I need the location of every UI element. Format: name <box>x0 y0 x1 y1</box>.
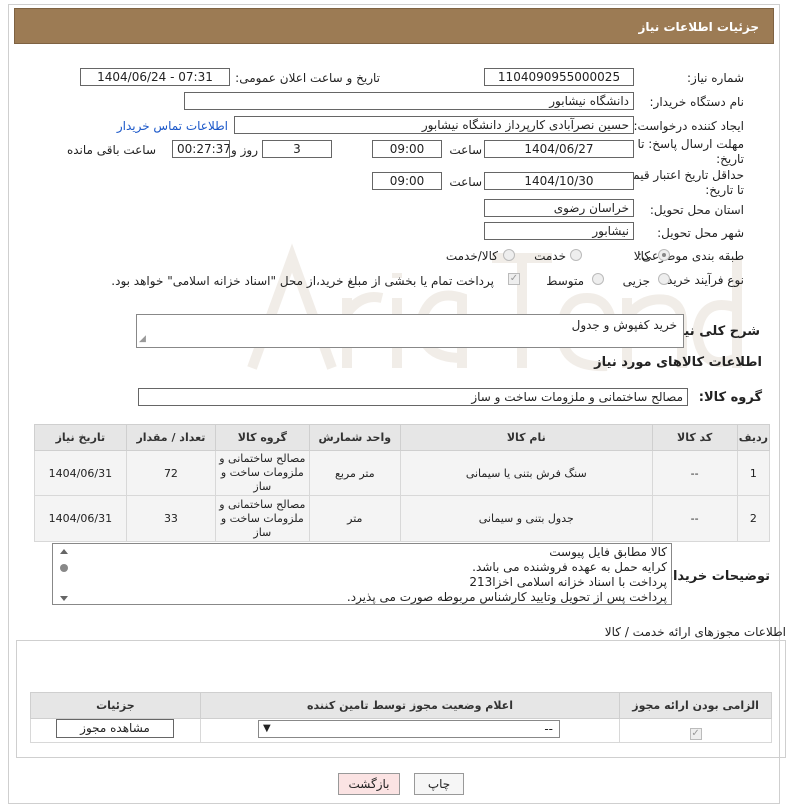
cell-quantity: 33 <box>125 495 217 542</box>
cell-code: -- <box>651 495 738 542</box>
goods-group-label: گروه کالا: <box>698 390 762 405</box>
col-name: نام کالا <box>400 424 653 451</box>
cell-name: جدول بتنی و سیمانی <box>400 495 653 542</box>
goods-section-title: اطلاعات کالاهای مورد نیاز <box>594 355 762 370</box>
buyer-org-field[interactable]: دانشگاه نیشابور <box>184 92 634 110</box>
col-group: گروه کالا <box>215 424 310 451</box>
cell-row: 1 <box>736 450 771 496</box>
price-validity-time-label: ساعت <box>449 175 482 189</box>
col-date: تاریخ نیاز <box>34 424 127 451</box>
buyer-notes-label: توضیحات خریدار: <box>660 569 770 584</box>
license-table-header: الزامی بودن ارائه مجوز اعلام وضعیت مجوز … <box>30 692 772 719</box>
cell-unit: متر <box>308 495 402 542</box>
buyer-note-line: کالا مطابق فایل پیوست <box>549 545 667 559</box>
cell-license-required: ✓ <box>619 718 772 743</box>
buyer-note-line: پرداخت با اسناد خزانه اسلامی اخزا213 <box>469 575 667 589</box>
days-remaining-field[interactable]: 3 <box>262 140 332 158</box>
col-license-details: جزئیات <box>30 692 201 719</box>
goods-table: ردیف کد کالا نام کالا واحد شمارش گروه کا… <box>34 424 771 542</box>
price-validity-date-field[interactable]: 1404/10/30 <box>484 172 634 190</box>
category-radio-goods[interactable] <box>658 249 670 261</box>
resize-grip-icon[interactable]: ◢ <box>139 331 146 347</box>
buyer-note-line: پرداخت پس از تحویل وتایید کارشناس مربوطه… <box>346 590 667 604</box>
table-row[interactable]: 1 -- سنگ فرش بتنی یا سیمانی متر مربع مصا… <box>34 450 771 496</box>
cell-date: 1404/06/31 <box>34 450 127 496</box>
description-text: خرید کفپوش و جدول <box>571 318 677 332</box>
buyer-notes-field[interactable]: کالا مطابق فایل پیوست کرایه حمل به عهده … <box>52 543 672 605</box>
buyer-org-label: نام دستگاه خریدار: <box>649 95 745 109</box>
category-option-service: خدمت <box>534 249 566 263</box>
cell-quantity: 72 <box>125 450 217 496</box>
deadline-label: مهلت ارسال پاسخ: تا تاریخ: <box>637 137 744 166</box>
announce-date-field[interactable]: 1404/06/24 - 07:31 <box>80 68 230 86</box>
process-radio-medium[interactable] <box>592 273 604 285</box>
deadline-date-field[interactable]: 1404/06/27 <box>484 140 634 158</box>
license-status-value: -- <box>544 722 553 736</box>
creator-field[interactable]: حسین نصرآبادی کارپرداز دانشگاه نیشابور <box>234 116 634 134</box>
process-option-minor: جزیی <box>622 274 650 288</box>
page-title: جزئیات اطلاعات نیاز <box>638 20 759 34</box>
buyer-contact-link[interactable]: اطلاعات تماس خریدار <box>117 119 228 133</box>
need-number-label: شماره نیاز: <box>687 71 744 85</box>
province-label: استان محل تحویل: <box>649 203 744 217</box>
process-option-medium: متوسط <box>546 274 584 288</box>
payment-note: پرداخت تمام یا بخشی از مبلغ خرید،از محل … <box>111 274 494 288</box>
scroll-thumb-icon <box>60 564 68 572</box>
cell-code: -- <box>651 450 738 496</box>
license-status-select[interactable]: ▼ -- <box>258 720 560 738</box>
view-license-button[interactable]: مشاهده مجوز <box>56 719 174 738</box>
scroll-down-icon <box>60 596 68 601</box>
chevron-down-icon: ▼ <box>263 723 271 734</box>
col-row: ردیف <box>736 424 771 451</box>
category-radio-service[interactable] <box>570 249 582 261</box>
days-label: روز و <box>231 143 258 157</box>
time-remaining-field[interactable]: 00:27:37 <box>172 140 230 158</box>
deadline-time-field[interactable]: 09:00 <box>372 140 442 158</box>
col-license-status: اعلام وضعیت مجوز توسط تامین کننده <box>199 692 621 719</box>
announce-date-label: تاریخ و ساعت اعلان عمومی: <box>235 71 380 85</box>
print-button[interactable]: چاپ <box>414 773 464 795</box>
page-header: جزئیات اطلاعات نیاز <box>14 8 774 44</box>
goods-group-field[interactable]: مصالح ساختمانی و ملزومات ساخت و ساز <box>138 388 688 406</box>
table-row[interactable]: 2 -- جدول بتنی و سیمانی متر مصالح ساختما… <box>34 495 771 542</box>
price-validity-time-field[interactable]: 09:00 <box>372 172 442 190</box>
cell-name: سنگ فرش بتنی یا سیمانی <box>400 450 653 496</box>
creator-label: ایجاد کننده درخواست: <box>633 119 744 133</box>
license-section-title: اطلاعات مجوزهای ارائه خدمت / کالا <box>604 625 786 639</box>
process-radio-minor[interactable] <box>658 273 670 285</box>
category-option-goods: کالا <box>633 249 650 263</box>
goods-table-header: ردیف کد کالا نام کالا واحد شمارش گروه کا… <box>34 424 771 451</box>
back-button[interactable]: بازگشت <box>338 773 400 795</box>
category-option-goods-service: کالا/خدمت <box>445 249 498 263</box>
process-label: نوع فرآیند خرید : <box>659 273 744 287</box>
cell-row: 2 <box>736 495 771 542</box>
treasury-payment-checkbox[interactable]: ✓ <box>508 273 520 285</box>
need-number-field[interactable]: 1104090955000025 <box>484 68 634 86</box>
province-field[interactable]: خراسان رضوی <box>484 199 634 217</box>
scroll-up-icon <box>60 549 68 554</box>
notes-scrollbar[interactable] <box>57 546 71 604</box>
buyer-note-line: کرایه حمل به عهده فروشنده می باشد. <box>472 560 667 574</box>
category-radio-goods-service[interactable] <box>503 249 515 261</box>
time-remaining-label: ساعت باقی مانده <box>66 143 156 157</box>
col-unit: واحد شمارش <box>308 424 402 451</box>
col-code: کد کالا <box>651 424 738 451</box>
description-field[interactable]: خرید کفپوش و جدول ◢ <box>136 314 684 348</box>
cell-date: 1404/06/31 <box>34 495 127 542</box>
city-field[interactable]: نیشابور <box>484 222 634 240</box>
cell-group: مصالح ساختمانی و ملزومات ساخت و ساز <box>215 450 310 496</box>
cell-unit: متر مربع <box>308 450 402 496</box>
cell-group: مصالح ساختمانی و ملزومات ساخت و ساز <box>215 495 310 542</box>
license-required-checkbox[interactable]: ✓ <box>689 727 702 740</box>
city-label: شهر محل تحویل: <box>657 226 744 240</box>
deadline-time-label: ساعت <box>449 143 482 157</box>
col-license-required: الزامی بودن ارائه مجوز <box>619 692 772 719</box>
col-quantity: تعداد / مقدار <box>125 424 217 451</box>
category-label: طبقه بندی موضوعی: <box>637 249 744 263</box>
